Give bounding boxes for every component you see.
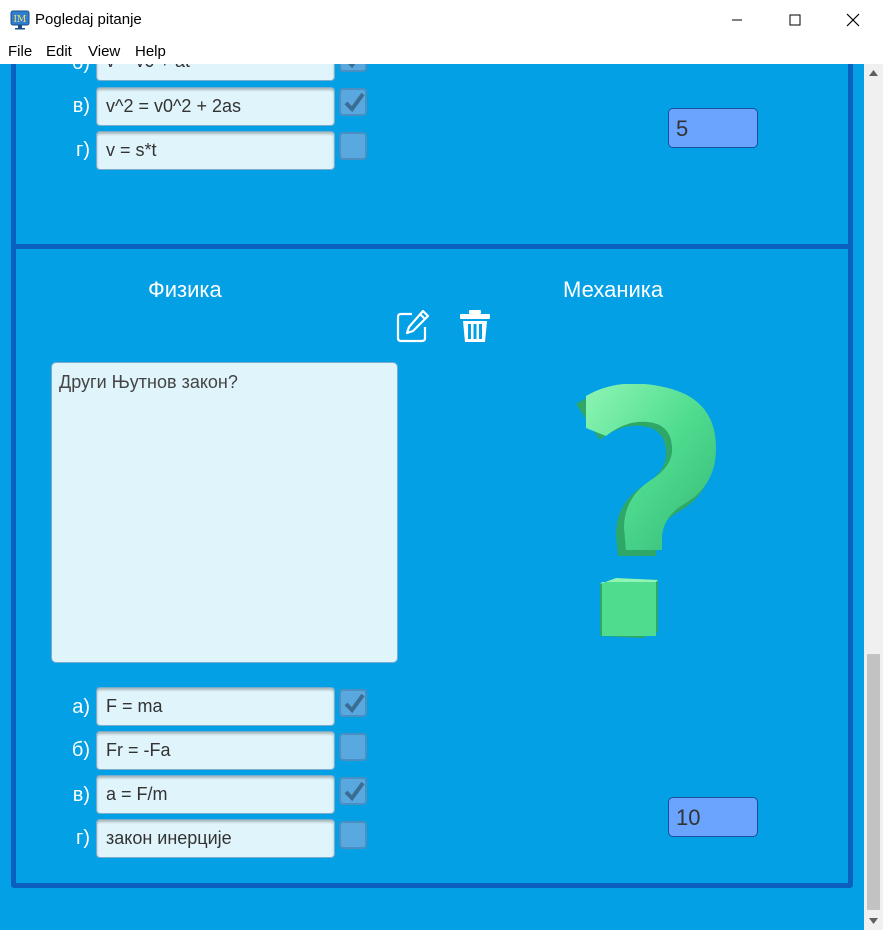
menu-bar: File Edit View Help [0,40,883,64]
trash-icon [460,310,490,342]
delete-button[interactable] [457,308,493,344]
points-field[interactable]: 5 [668,108,758,148]
area-label: Механика [563,277,664,302]
answer-field[interactable]: a = F/m [96,775,335,814]
answer-field[interactable]: закон инерције [96,819,335,858]
scroll-thumb[interactable] [867,654,880,910]
edit-icon [396,309,430,343]
vertical-scrollbar[interactable] [864,64,883,930]
minimize-icon [732,19,742,21]
question-list[interactable]: б) v = v0 + at в) v^2 = v0^2 + 2as г) v … [0,64,864,930]
answer-field[interactable]: v^2 = v0^2 + 2as [96,87,335,126]
checkmark-icon [344,693,365,714]
scroll-up-arrow-icon[interactable] [864,64,883,82]
answer-checkbox[interactable] [339,88,367,116]
answer-letter: б) [66,64,90,75]
answer-field[interactable]: v = v0 + at [96,64,335,81]
answer-letter: а) [72,696,90,718]
answer-field[interactable]: v = s*t [96,131,335,170]
menu-edit[interactable]: Edit [46,43,72,60]
checkmark-icon [348,64,356,69]
maximize-icon [789,14,801,26]
menu-help[interactable]: Help [135,43,166,60]
question-text[interactable]: Други Њутнов закон? [51,362,398,663]
question-mark-image [560,383,730,644]
app-icon: IM [10,10,30,30]
scroll-down-arrow-icon[interactable] [864,912,883,930]
title-bar: IM Pogledaj pitanje [0,0,883,40]
subject-label: Физика [148,277,222,302]
answer-checkbox[interactable] [339,733,367,761]
points-field[interactable]: 10 [668,797,758,837]
maximize-button[interactable] [766,0,824,40]
answer-letter: б) [71,739,90,761]
answer-letter: г) [76,139,90,161]
checkmark-icon [344,92,365,113]
answer-checkbox[interactable] [339,132,367,160]
answer-checkbox[interactable] [339,777,367,805]
close-icon [846,13,860,27]
minimize-button[interactable] [708,0,766,40]
svg-text:IM: IM [14,15,27,25]
answer-field[interactable]: Fr = -Fa [96,731,335,770]
answer-checkbox[interactable] [339,689,367,717]
menu-file[interactable]: File [8,43,32,60]
answer-checkbox[interactable] [339,821,367,849]
menu-view[interactable]: View [88,43,120,60]
answer-letter: в) [72,784,90,806]
answer-letter: в) [72,95,90,117]
window-title: Pogledaj pitanje [35,11,142,28]
checkmark-icon [344,781,365,802]
answer-checkbox[interactable] [339,64,367,72]
close-button[interactable] [824,0,882,40]
answer-letter: г) [76,827,90,849]
edit-button[interactable] [395,308,431,344]
answer-field[interactable]: F = ma [96,687,335,726]
